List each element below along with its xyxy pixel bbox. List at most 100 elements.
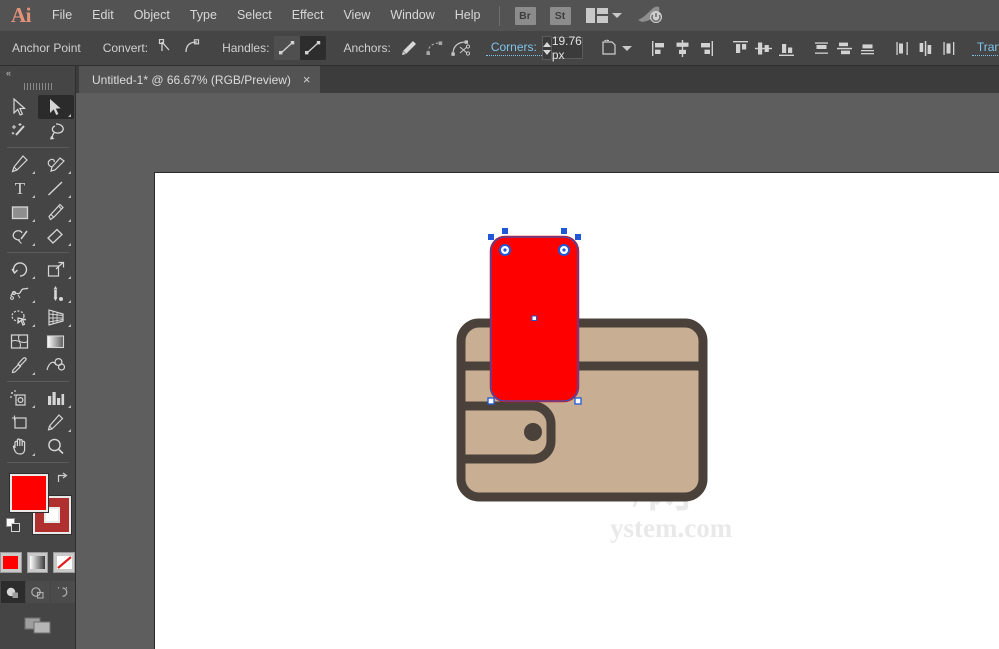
hide-handles-icon[interactable] bbox=[300, 36, 326, 60]
chevron-down-icon bbox=[612, 13, 622, 18]
default-fill-stroke-icon[interactable] bbox=[6, 518, 21, 533]
slice-tool[interactable] bbox=[38, 410, 74, 434]
workspace-switcher[interactable] bbox=[586, 8, 622, 23]
color-mode-button[interactable] bbox=[0, 552, 22, 573]
tool-flyout-indicator bbox=[32, 219, 35, 222]
color-mode-row bbox=[0, 552, 75, 573]
free-transform-tool[interactable] bbox=[38, 281, 74, 305]
add-anchor-point-icon[interactable] bbox=[396, 36, 422, 60]
rocket-power-icon[interactable] bbox=[636, 4, 662, 27]
document-tab[interactable]: Untitled-1* @ 66.67% (RGB/Preview) × bbox=[79, 66, 320, 93]
direct-selection-tool[interactable] bbox=[38, 95, 74, 119]
menu-window[interactable]: Window bbox=[380, 0, 444, 31]
draw-normal-button[interactable] bbox=[1, 581, 25, 603]
collapse-panel-icon[interactable]: « bbox=[6, 68, 10, 78]
width-tool[interactable] bbox=[2, 281, 38, 305]
corner-radius-input[interactable]: 19.76 px bbox=[551, 37, 583, 59]
distribute-right-icon[interactable] bbox=[937, 36, 960, 60]
mesh-tool[interactable] bbox=[2, 329, 38, 353]
rotate-tool[interactable] bbox=[2, 257, 38, 281]
rectangle-tool[interactable] bbox=[2, 200, 38, 224]
tool-flyout-indicator bbox=[68, 195, 71, 198]
align-left-icon[interactable] bbox=[648, 36, 671, 60]
gradient-tool[interactable] bbox=[38, 329, 74, 353]
tool-flyout-indicator bbox=[68, 243, 71, 246]
wallet-with-card-illustration[interactable] bbox=[155, 173, 999, 649]
canvas-area[interactable]: /网 ystem.com bbox=[76, 93, 999, 649]
illustrator-window: Ai File Edit Object Type Select Effect V… bbox=[0, 0, 999, 649]
corners-label[interactable]: Corners: bbox=[486, 40, 542, 56]
stock-button[interactable]: St bbox=[550, 7, 571, 25]
paintbrush-tool[interactable] bbox=[38, 200, 74, 224]
draw-inside-button[interactable] bbox=[51, 581, 75, 603]
active-tool-label: Anchor Point bbox=[7, 41, 86, 55]
align-horizontal-center-icon[interactable] bbox=[671, 36, 694, 60]
tools-panel: « bbox=[0, 66, 76, 649]
tools-panel-grip[interactable] bbox=[24, 80, 52, 92]
distribute-top-icon[interactable] bbox=[810, 36, 833, 60]
menu-divider bbox=[499, 6, 500, 26]
draw-behind-button[interactable] bbox=[26, 581, 50, 603]
show-handles-icon[interactable] bbox=[274, 36, 300, 60]
type-tool[interactable]: T bbox=[2, 176, 38, 200]
blend-tool[interactable] bbox=[38, 353, 74, 377]
menu-file[interactable]: File bbox=[42, 0, 82, 31]
menu-edit[interactable]: Edit bbox=[82, 0, 124, 31]
column-graph-tool[interactable] bbox=[38, 386, 74, 410]
shape-builder-tool[interactable] bbox=[2, 305, 38, 329]
scale-tool[interactable] bbox=[38, 257, 74, 281]
fill-stroke-controls bbox=[0, 468, 75, 550]
align-vertical-center-icon[interactable] bbox=[752, 36, 775, 60]
tool-flyout-indicator bbox=[32, 276, 35, 279]
corner-radius-stepper[interactable] bbox=[542, 36, 551, 60]
gradient-mode-button[interactable] bbox=[27, 552, 49, 573]
align-top-icon[interactable] bbox=[729, 36, 752, 60]
remove-anchor-point-icon[interactable] bbox=[422, 36, 448, 60]
tool-flyout-indicator bbox=[68, 405, 71, 408]
pen-tool[interactable] bbox=[2, 152, 38, 176]
menu-select[interactable]: Select bbox=[227, 0, 282, 31]
hand-tool[interactable] bbox=[2, 434, 38, 458]
symbol-sprayer-tool[interactable] bbox=[2, 386, 38, 410]
transform-label[interactable]: Transform bbox=[972, 40, 999, 56]
line-segment-tool[interactable] bbox=[38, 176, 74, 200]
distribute-bottom-icon[interactable] bbox=[856, 36, 879, 60]
selection-tool[interactable] bbox=[2, 95, 38, 119]
artboard[interactable]: /网 ystem.com bbox=[154, 172, 999, 649]
fill-color-swatch[interactable] bbox=[10, 474, 48, 512]
menu-object[interactable]: Object bbox=[124, 0, 180, 31]
eraser-tool[interactable] bbox=[38, 224, 74, 248]
lasso-tool[interactable] bbox=[38, 119, 74, 143]
convert-to-smooth-icon[interactable] bbox=[179, 36, 205, 60]
eyedropper-tool[interactable] bbox=[2, 353, 38, 377]
distribute-left-icon[interactable] bbox=[891, 36, 914, 60]
align-bottom-icon[interactable] bbox=[775, 36, 798, 60]
tool-flyout-indicator bbox=[32, 372, 35, 375]
curvature-tool[interactable] bbox=[38, 152, 74, 176]
menu-view[interactable]: View bbox=[333, 0, 380, 31]
tool-divider bbox=[7, 462, 69, 463]
close-icon[interactable]: × bbox=[303, 75, 311, 85]
swap-fill-stroke-icon[interactable] bbox=[56, 471, 70, 485]
menu-type[interactable]: Type bbox=[180, 0, 227, 31]
artboard-tool[interactable] bbox=[2, 410, 38, 434]
shaper-tool[interactable] bbox=[2, 224, 38, 248]
cut-path-icon[interactable] bbox=[448, 36, 474, 60]
align-right-icon[interactable] bbox=[694, 36, 717, 60]
zoom-tool[interactable] bbox=[38, 434, 74, 458]
tool-flyout-indicator bbox=[32, 453, 35, 456]
menu-effect[interactable]: Effect bbox=[282, 0, 334, 31]
menu-help[interactable]: Help bbox=[445, 0, 491, 31]
perspective-grid-tool[interactable] bbox=[38, 305, 74, 329]
control-bar: Anchor Point Convert: Handles: bbox=[0, 31, 999, 66]
change-screen-mode-button[interactable] bbox=[24, 615, 52, 638]
distribute-vertical-center-icon[interactable] bbox=[833, 36, 856, 60]
convert-to-corner-icon[interactable] bbox=[153, 36, 179, 60]
svg-text:T: T bbox=[14, 179, 25, 198]
bridge-button[interactable]: Br bbox=[515, 7, 536, 25]
distribute-horizontal-center-icon[interactable] bbox=[914, 36, 937, 60]
none-mode-button[interactable] bbox=[53, 552, 75, 573]
magic-wand-tool[interactable] bbox=[2, 119, 38, 143]
shape-options-dropdown[interactable] bbox=[595, 36, 636, 60]
document-tab-title: Untitled-1* @ 66.67% (RGB/Preview) bbox=[92, 73, 291, 87]
